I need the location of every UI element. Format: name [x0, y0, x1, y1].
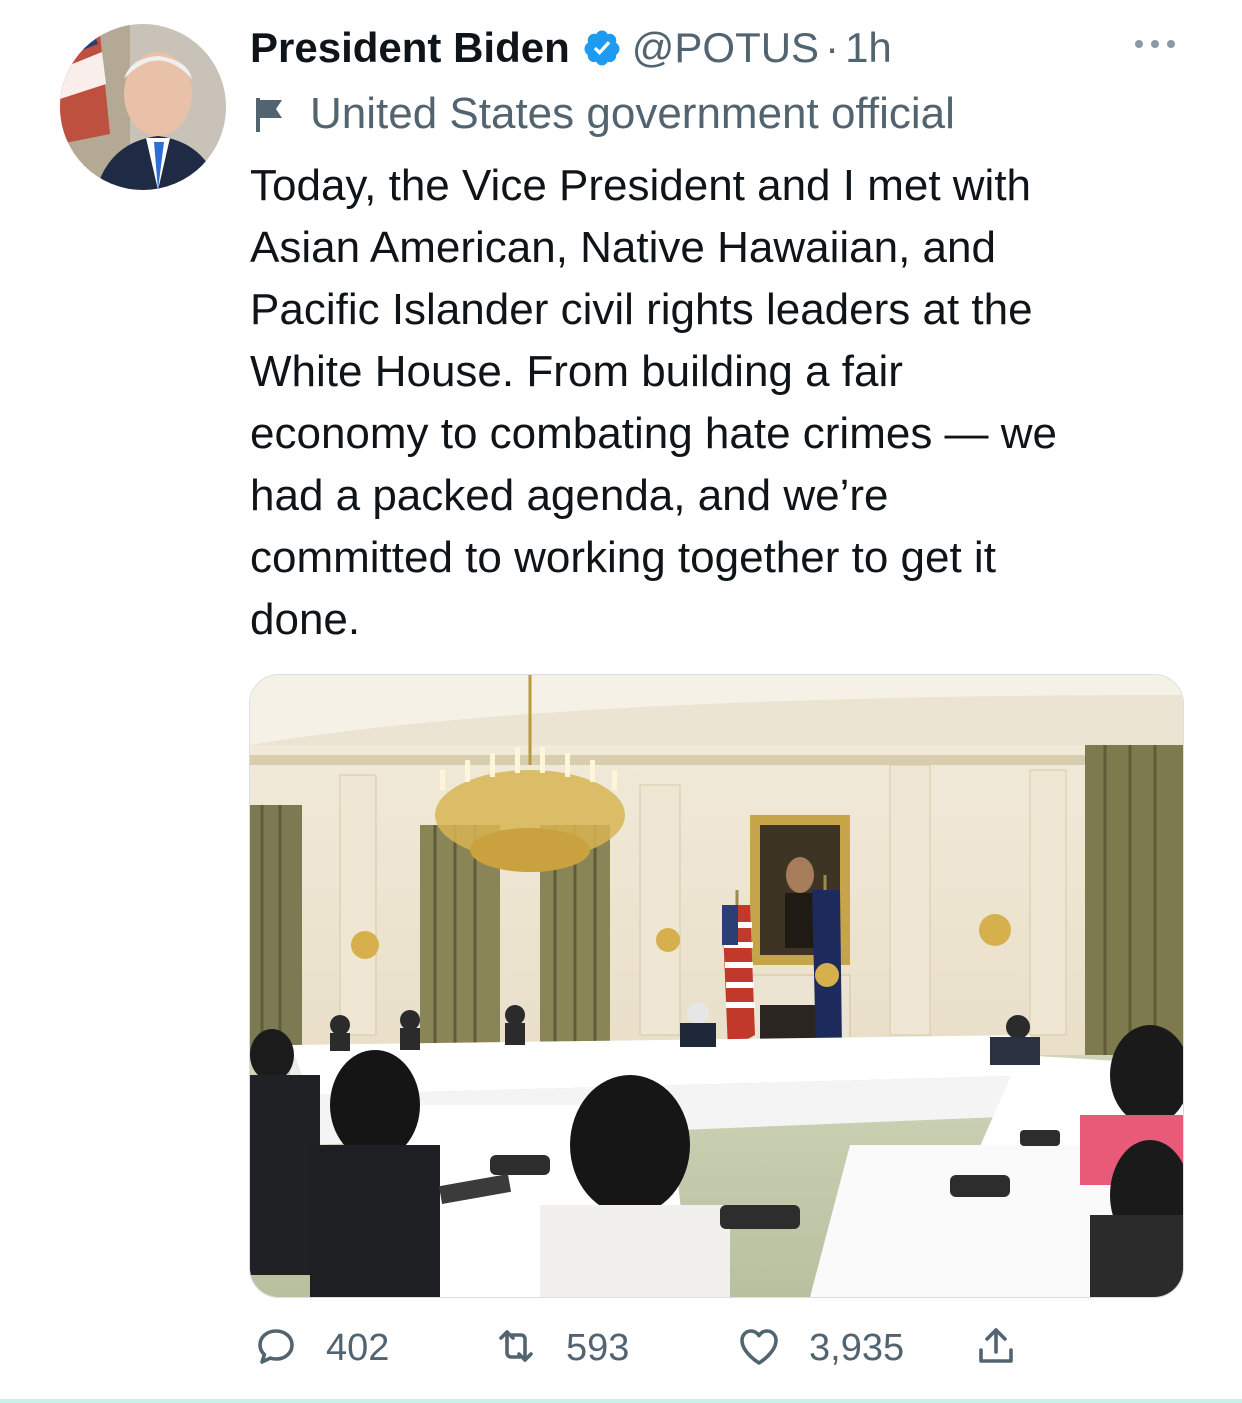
retweet-count: 593 — [566, 1326, 630, 1369]
tweet-text-line: had a packed agenda, and we’re — [250, 471, 889, 520]
tweet-text-line: committed to working together to get it — [250, 533, 996, 582]
label-text: United States government official — [310, 89, 955, 138]
tweet-text-line: economy to combating hate crimes — we — [250, 409, 1058, 458]
tweet-header: President Biden @POTUS · 1h — [250, 18, 892, 78]
meeting-room-illustration — [250, 675, 1183, 1297]
avatar[interactable] — [60, 24, 226, 190]
tweet-text-line: White House. From building a fair — [250, 347, 903, 396]
tweet-text-line: done. — [250, 595, 361, 644]
share-icon — [972, 1322, 1020, 1375]
reply-icon — [252, 1322, 300, 1375]
flag-icon — [252, 94, 288, 134]
tweet-photo[interactable] — [249, 674, 1184, 1298]
avatar-photo — [60, 24, 226, 190]
retweet-icon — [492, 1322, 540, 1375]
like-button[interactable]: 3,935 — [735, 1318, 904, 1378]
government-label[interactable]: United States government official — [252, 86, 955, 142]
handle[interactable]: @POTUS — [632, 24, 819, 72]
verified-badge-icon — [582, 28, 622, 68]
bottom-divider — [0, 1399, 1242, 1403]
more-options-icon[interactable] — [1132, 34, 1178, 54]
tweet-text: Today, the Vice President and I met with… — [250, 155, 1190, 651]
tweet-text-line: Asian American, Native Hawaiian, and — [250, 223, 996, 272]
reply-button[interactable]: 402 — [252, 1318, 389, 1378]
tweet-actions: 402 593 3,935 — [0, 1318, 1242, 1378]
retweet-button[interactable]: 593 — [492, 1318, 629, 1378]
separator-dot: · — [825, 24, 840, 71]
share-button[interactable] — [972, 1318, 1020, 1378]
heart-icon — [735, 1322, 783, 1375]
display-name[interactable]: President Biden — [250, 24, 570, 72]
tweet-text-line: Today, the Vice President and I met with — [250, 161, 1032, 210]
timestamp[interactable]: 1h — [845, 24, 892, 72]
reply-count: 402 — [326, 1326, 390, 1369]
tweet-text-line: Pacific Islander civil rights leaders at… — [250, 285, 1033, 334]
like-count: 3,935 — [809, 1326, 905, 1369]
